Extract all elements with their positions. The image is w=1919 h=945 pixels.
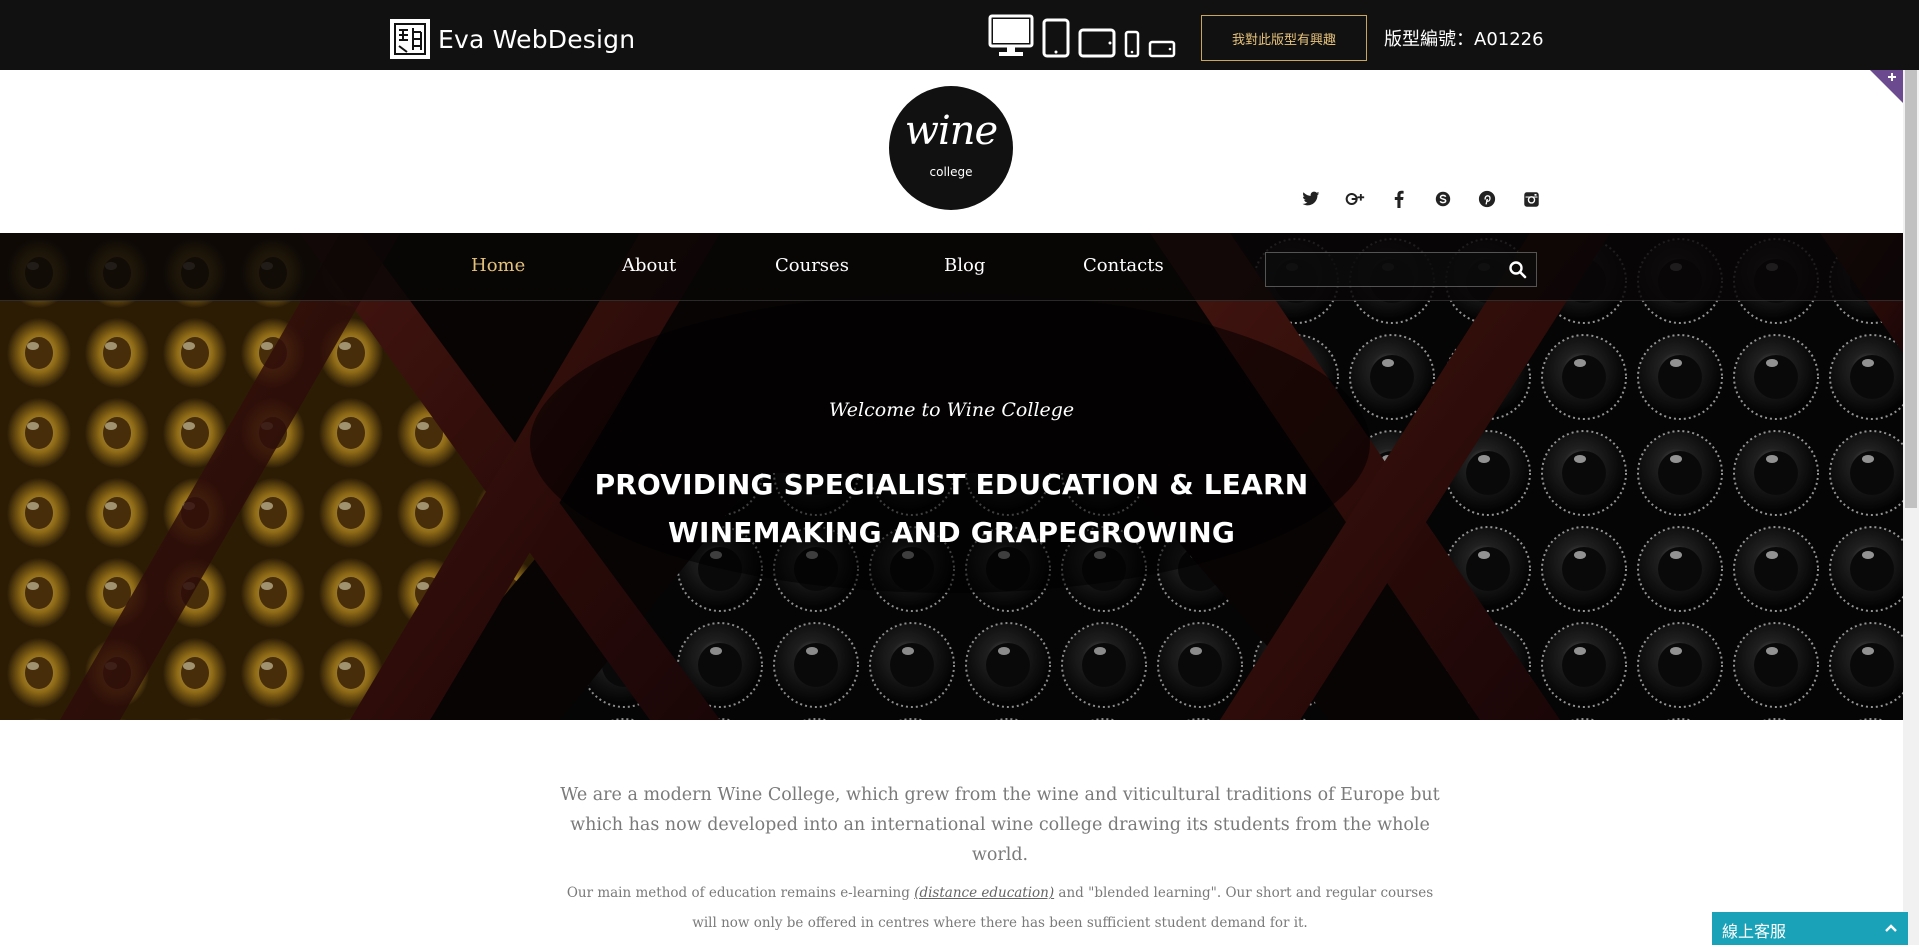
- nav-home[interactable]: Home: [471, 255, 525, 276]
- pinterest-icon[interactable]: [1476, 188, 1498, 210]
- nav-courses[interactable]: Courses: [775, 255, 849, 276]
- desktop-icon[interactable]: [988, 14, 1034, 58]
- brand-name: Eva WebDesign: [438, 24, 636, 54]
- device-switcher: [988, 10, 1176, 58]
- distance-education-link[interactable]: (distance education): [914, 885, 1054, 901]
- twitter-icon[interactable]: [1300, 188, 1322, 210]
- nav-blog[interactable]: Blog: [944, 255, 985, 276]
- hero-title-line-1: PROVIDING SPECIALIST EDUCATION & LEARN: [594, 468, 1309, 501]
- search-input[interactable]: [1266, 253, 1496, 286]
- scrollbar-thumb[interactable]: [1905, 70, 1917, 508]
- template-code: 版型編號：A01226: [1384, 29, 1544, 50]
- hero-section: Home About Courses Blog Contacts Welcome…: [0, 233, 1903, 720]
- hero-title: PROVIDING SPECIALIST EDUCATION & LEARN W…: [0, 461, 1903, 557]
- phone-portrait-icon[interactable]: [1124, 30, 1140, 58]
- hero-tagline: Welcome to Wine College: [828, 399, 1075, 421]
- tablet-landscape-icon[interactable]: [1078, 28, 1116, 58]
- detail-paragraph: Our main method of education remains e-l…: [560, 878, 1440, 938]
- phone-landscape-icon[interactable]: [1148, 40, 1176, 58]
- brand[interactable]: Eva WebDesign: [390, 19, 635, 59]
- tablet-portrait-icon[interactable]: [1042, 18, 1070, 58]
- hero-title-line-2: WINEMAKING AND GRAPEGROWING: [667, 516, 1236, 549]
- social-links: [1300, 188, 1542, 210]
- preview-top-bar: Eva WebDesign 我對此版型有興趣 版型編號：A01226: [0, 0, 1919, 70]
- instagram-icon[interactable]: [1520, 188, 1542, 210]
- search-box: [1265, 252, 1537, 287]
- intro-paragraph: We are a modern Wine College, which grew…: [560, 785, 1440, 865]
- chat-label: 線上客服: [1722, 922, 1787, 941]
- brand-logo-icon: [390, 19, 430, 59]
- interest-button[interactable]: 我對此版型有興趣: [1201, 15, 1367, 61]
- google-plus-icon[interactable]: [1344, 188, 1366, 210]
- page-scrollbar[interactable]: [1903, 70, 1919, 945]
- corner-plus-icon[interactable]: [1870, 70, 1904, 104]
- search-icon[interactable]: [1508, 260, 1528, 280]
- detail-text-start: Our main method of education remains e-l…: [566, 885, 915, 901]
- logo-word: wine: [904, 108, 998, 154]
- skype-icon[interactable]: [1432, 188, 1454, 210]
- online-support-widget[interactable]: 線上客服: [1712, 912, 1908, 945]
- facebook-icon[interactable]: [1388, 188, 1410, 210]
- wine-college-logo[interactable]: wine college: [889, 86, 1013, 210]
- nav-about[interactable]: About: [622, 255, 676, 276]
- main-navigation: Home About Courses Blog Contacts: [0, 233, 1903, 301]
- chevron-up-icon[interactable]: [1884, 923, 1898, 933]
- logo-subtitle: college: [929, 165, 973, 179]
- nav-contacts[interactable]: Contacts: [1083, 255, 1164, 276]
